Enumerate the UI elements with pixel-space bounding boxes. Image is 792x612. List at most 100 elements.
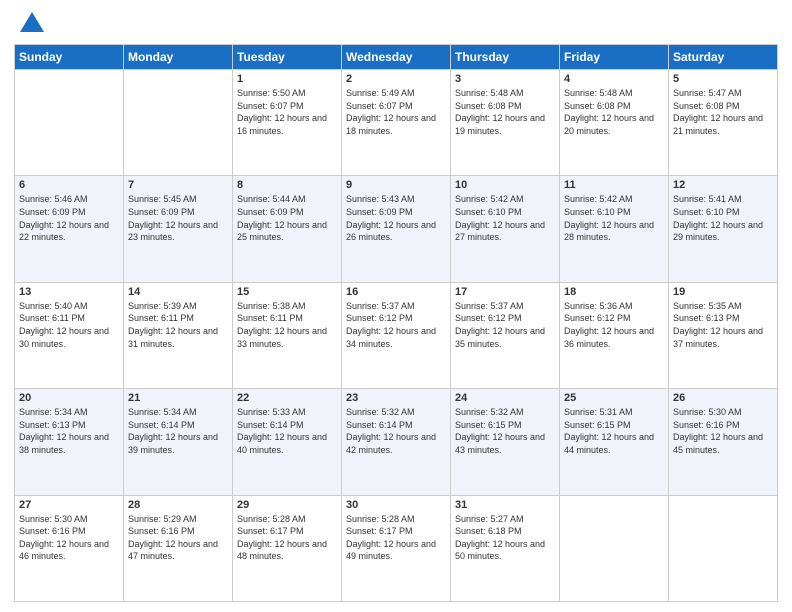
calendar-cell: 5 Sunrise: 5:47 AM Sunset: 6:08 PM Daylig… <box>669 70 778 176</box>
day-info: Sunrise: 5:48 AM Sunset: 6:08 PM Dayligh… <box>455 87 555 137</box>
day-info: Sunrise: 5:49 AM Sunset: 6:07 PM Dayligh… <box>346 87 446 137</box>
calendar-cell: 12 Sunrise: 5:41 AM Sunset: 6:10 PM Dayli… <box>669 176 778 282</box>
calendar-cell: 3Sunrise: 5:48 AM Sunset: 6:08 PM Daylig… <box>451 70 560 176</box>
week-row-1: 1 Sunrise: 5:50 AM Sunset: 6:07 PM Daylig… <box>15 70 778 176</box>
day-info: Sunrise: 5:50 AM Sunset: 6:07 PM Dayligh… <box>237 87 337 137</box>
calendar-cell: 14 Sunrise: 5:39 AM Sunset: 6:11 PM Dayli… <box>124 282 233 388</box>
day-info: Sunrise: 5:34 AM Sunset: 6:13 PM Dayligh… <box>19 406 119 456</box>
day-number: 2 <box>346 73 446 85</box>
day-info: Sunrise: 5:37 AM Sunset: 6:12 PM Dayligh… <box>455 300 555 350</box>
calendar-cell: 16 Sunrise: 5:37 AM Sunset: 6:12 PM Dayli… <box>342 282 451 388</box>
day-info: Sunrise: 5:31 AM Sunset: 6:15 PM Dayligh… <box>564 406 664 456</box>
day-info: Sunrise: 5:37 AM Sunset: 6:12 PM Dayligh… <box>346 300 446 350</box>
calendar-cell: 31Sunrise: 5:27 AM Sunset: 6:18 PM Dayli… <box>451 495 560 601</box>
day-info: Sunrise: 5:29 AM Sunset: 6:16 PM Dayligh… <box>128 513 228 563</box>
day-number: 8 <box>237 179 337 191</box>
day-info: Sunrise: 5:30 AM Sunset: 6:16 PM Dayligh… <box>19 513 119 563</box>
day-info: Sunrise: 5:48 AM Sunset: 6:08 PM Dayligh… <box>564 87 664 137</box>
day-number: 17 <box>455 286 555 298</box>
day-number: 1 <box>237 73 337 85</box>
calendar-cell: 24 Sunrise: 5:32 AM Sunset: 6:15 PM Dayli… <box>451 389 560 495</box>
day-number: 9 <box>346 179 446 191</box>
day-info: Sunrise: 5:43 AM Sunset: 6:09 PM Dayligh… <box>346 193 446 243</box>
calendar-cell: 8Sunrise: 5:44 AM Sunset: 6:09 PM Daylig… <box>233 176 342 282</box>
day-info: Sunrise: 5:46 AM Sunset: 6:09 PM Dayligh… <box>19 193 119 243</box>
day-info: Sunrise: 5:39 AM Sunset: 6:11 PM Dayligh… <box>128 300 228 350</box>
calendar-cell: 11 Sunrise: 5:42 AM Sunset: 6:10 PM Dayli… <box>560 176 669 282</box>
calendar-cell <box>15 70 124 176</box>
day-number: 7 <box>128 179 228 191</box>
calendar-cell: 4 Sunrise: 5:48 AM Sunset: 6:08 PM Daylig… <box>560 70 669 176</box>
calendar-cell: 7 Sunrise: 5:45 AM Sunset: 6:09 PM Daylig… <box>124 176 233 282</box>
day-number: 23 <box>346 392 446 404</box>
calendar-cell: 23 Sunrise: 5:32 AM Sunset: 6:14 PM Dayli… <box>342 389 451 495</box>
calendar-cell: 1 Sunrise: 5:50 AM Sunset: 6:07 PM Daylig… <box>233 70 342 176</box>
col-sunday: Sunday <box>15 45 124 70</box>
day-number: 27 <box>19 499 119 511</box>
day-number: 24 <box>455 392 555 404</box>
calendar-cell: 26 Sunrise: 5:30 AM Sunset: 6:16 PM Dayli… <box>669 389 778 495</box>
calendar-cell: 30Sunrise: 5:28 AM Sunset: 6:17 PM Dayli… <box>342 495 451 601</box>
page: Sunday Monday Tuesday Wednesday Thursday… <box>0 0 792 612</box>
day-info: Sunrise: 5:36 AM Sunset: 6:12 PM Dayligh… <box>564 300 664 350</box>
day-number: 30 <box>346 499 446 511</box>
day-number: 25 <box>564 392 664 404</box>
day-info: Sunrise: 5:45 AM Sunset: 6:09 PM Dayligh… <box>128 193 228 243</box>
calendar-body: 1 Sunrise: 5:50 AM Sunset: 6:07 PM Daylig… <box>15 70 778 602</box>
day-info: Sunrise: 5:40 AM Sunset: 6:11 PM Dayligh… <box>19 300 119 350</box>
day-info: Sunrise: 5:41 AM Sunset: 6:10 PM Dayligh… <box>673 193 773 243</box>
calendar-cell: 19 Sunrise: 5:35 AM Sunset: 6:13 PM Dayli… <box>669 282 778 388</box>
calendar-cell: 6 Sunrise: 5:46 AM Sunset: 6:09 PM Daylig… <box>15 176 124 282</box>
calendar-cell: 13 Sunrise: 5:40 AM Sunset: 6:11 PM Dayli… <box>15 282 124 388</box>
day-number: 4 <box>564 73 664 85</box>
day-number: 31 <box>455 499 555 511</box>
calendar-cell: 9 Sunrise: 5:43 AM Sunset: 6:09 PM Daylig… <box>342 176 451 282</box>
day-number: 19 <box>673 286 773 298</box>
day-info: Sunrise: 5:32 AM Sunset: 6:14 PM Dayligh… <box>346 406 446 456</box>
calendar-cell: 25 Sunrise: 5:31 AM Sunset: 6:15 PM Dayli… <box>560 389 669 495</box>
day-number: 14 <box>128 286 228 298</box>
day-number: 18 <box>564 286 664 298</box>
day-info: Sunrise: 5:38 AM Sunset: 6:11 PM Dayligh… <box>237 300 337 350</box>
col-friday: Friday <box>560 45 669 70</box>
day-number: 26 <box>673 392 773 404</box>
calendar-cell <box>124 70 233 176</box>
calendar-cell <box>669 495 778 601</box>
day-info: Sunrise: 5:28 AM Sunset: 6:17 PM Dayligh… <box>237 513 337 563</box>
col-monday: Monday <box>124 45 233 70</box>
day-number: 13 <box>19 286 119 298</box>
calendar-cell: 21Sunrise: 5:34 AM Sunset: 6:14 PM Dayli… <box>124 389 233 495</box>
calendar-cell: 29Sunrise: 5:28 AM Sunset: 6:17 PM Dayli… <box>233 495 342 601</box>
day-number: 28 <box>128 499 228 511</box>
calendar-cell: 18 Sunrise: 5:36 AM Sunset: 6:12 PM Dayli… <box>560 282 669 388</box>
day-number: 12 <box>673 179 773 191</box>
week-row-3: 13 Sunrise: 5:40 AM Sunset: 6:11 PM Dayli… <box>15 282 778 388</box>
day-number: 5 <box>673 73 773 85</box>
logo-icon <box>18 10 46 38</box>
col-thursday: Thursday <box>451 45 560 70</box>
header-row: Sunday Monday Tuesday Wednesday Thursday… <box>15 45 778 70</box>
logo <box>14 10 46 38</box>
col-tuesday: Tuesday <box>233 45 342 70</box>
calendar-header: Sunday Monday Tuesday Wednesday Thursday… <box>15 45 778 70</box>
week-row-2: 6 Sunrise: 5:46 AM Sunset: 6:09 PM Daylig… <box>15 176 778 282</box>
day-number: 22 <box>237 392 337 404</box>
calendar-cell <box>560 495 669 601</box>
day-info: Sunrise: 5:47 AM Sunset: 6:08 PM Dayligh… <box>673 87 773 137</box>
day-info: Sunrise: 5:33 AM Sunset: 6:14 PM Dayligh… <box>237 406 337 456</box>
day-number: 11 <box>564 179 664 191</box>
day-info: Sunrise: 5:32 AM Sunset: 6:15 PM Dayligh… <box>455 406 555 456</box>
day-info: Sunrise: 5:35 AM Sunset: 6:13 PM Dayligh… <box>673 300 773 350</box>
day-info: Sunrise: 5:30 AM Sunset: 6:16 PM Dayligh… <box>673 406 773 456</box>
calendar-table: Sunday Monday Tuesday Wednesday Thursday… <box>14 44 778 602</box>
week-row-4: 20Sunrise: 5:34 AM Sunset: 6:13 PM Dayli… <box>15 389 778 495</box>
day-number: 16 <box>346 286 446 298</box>
day-number: 21 <box>128 392 228 404</box>
week-row-5: 27 Sunrise: 5:30 AM Sunset: 6:16 PM Dayli… <box>15 495 778 601</box>
day-info: Sunrise: 5:42 AM Sunset: 6:10 PM Dayligh… <box>564 193 664 243</box>
day-info: Sunrise: 5:42 AM Sunset: 6:10 PM Dayligh… <box>455 193 555 243</box>
calendar-cell: 2 Sunrise: 5:49 AM Sunset: 6:07 PM Daylig… <box>342 70 451 176</box>
day-number: 6 <box>19 179 119 191</box>
calendar-cell: 17 Sunrise: 5:37 AM Sunset: 6:12 PM Dayli… <box>451 282 560 388</box>
calendar-cell: 15Sunrise: 5:38 AM Sunset: 6:11 PM Dayli… <box>233 282 342 388</box>
